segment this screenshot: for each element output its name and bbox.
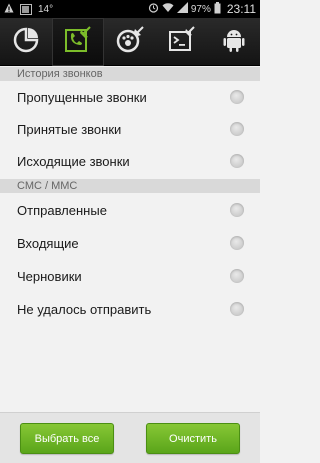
list-item[interactable]: Черновики xyxy=(0,260,260,292)
radio-button[interactable] xyxy=(230,203,244,217)
signal-icon xyxy=(176,2,188,16)
browser-tab[interactable] xyxy=(104,18,156,66)
list-item-label: Отправленные xyxy=(17,202,107,218)
clear-button[interactable]: Очистить xyxy=(146,423,240,454)
list-item-label: Входящие xyxy=(17,235,79,251)
list-item-label: Пропущенные звонки xyxy=(17,89,147,105)
radio-button[interactable] xyxy=(230,269,244,283)
list-item[interactable]: Входящие xyxy=(0,227,260,259)
list-item[interactable]: Отправленные xyxy=(0,194,260,226)
list-item[interactable]: Не удалось отправить xyxy=(0,293,260,325)
select-all-button[interactable]: Выбрать все xyxy=(20,423,114,454)
history-tab[interactable] xyxy=(52,18,104,66)
section-header-sms-mms: СМС / ММС xyxy=(0,179,260,193)
section-header-call-history: История звонков xyxy=(0,67,260,81)
radio-button[interactable] xyxy=(230,302,244,316)
list-item[interactable]: Пропущенные звонки xyxy=(0,81,260,113)
cache-cleaner-tab[interactable] xyxy=(0,18,52,66)
screenshot-icon xyxy=(20,3,32,15)
list-item[interactable]: Принятые звонки xyxy=(0,113,260,145)
terminal-tab[interactable] xyxy=(156,18,208,66)
phone-broom-icon xyxy=(63,25,93,60)
battery-percent: 97% xyxy=(190,3,211,15)
radio-button[interactable] xyxy=(230,122,244,136)
radio-button[interactable] xyxy=(230,236,244,250)
battery-icon xyxy=(214,1,221,17)
wifi-icon xyxy=(162,2,174,16)
list-item-label: Исходящие звонки xyxy=(17,153,130,169)
list-item-label: Принятые звонки xyxy=(17,121,122,137)
list-item[interactable]: Исходящие звонки xyxy=(0,145,260,177)
android-tab[interactable] xyxy=(208,18,260,66)
tab-bar xyxy=(0,18,260,66)
alarm-icon xyxy=(148,2,159,16)
android-icon xyxy=(219,25,249,60)
radio-button[interactable] xyxy=(230,154,244,168)
clock: 23:11 xyxy=(226,2,256,16)
status-bar: 14° 97% 23:11 xyxy=(0,0,260,18)
pie-broom-icon xyxy=(11,25,41,60)
alert-icon xyxy=(4,3,14,16)
list-item-label: Не удалось отправить xyxy=(17,301,152,317)
paw-broom-icon xyxy=(115,25,145,60)
terminal-broom-icon xyxy=(167,25,197,60)
notification-count: 14° xyxy=(38,3,54,15)
bottom-button-bar: Выбрать все Очистить xyxy=(0,412,260,463)
radio-button[interactable] xyxy=(230,90,244,104)
list-item-label: Черновики xyxy=(17,268,82,284)
